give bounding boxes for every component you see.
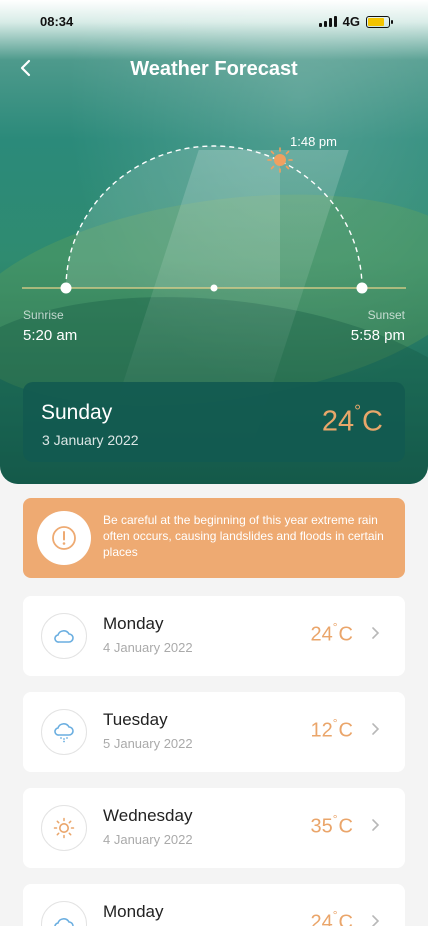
forecast-date: 5 January 2022 <box>103 736 193 751</box>
sunrise-dot <box>60 282 72 294</box>
forecast-day: Tuesday <box>103 710 168 729</box>
alert-circle-icon <box>52 526 76 550</box>
chevron-right-icon <box>371 816 381 837</box>
sunset-time: 5:58 pm <box>350 327 405 344</box>
page-title: Weather Forecast <box>130 58 298 80</box>
forecast-row[interactable]: Wednesday 4 January 2022 35°C <box>23 788 405 868</box>
sun-icon <box>53 817 75 839</box>
cloud-icon <box>54 918 74 926</box>
sunrise-label: Sunrise <box>23 308 64 322</box>
current-sun-time: 1:48 pm <box>290 134 337 149</box>
forecast-row[interactable]: Monday 4 January 2022 24°C <box>23 596 405 676</box>
status-right: 4G <box>318 14 393 29</box>
today-card: Sunday 3 January 2022 24°C <box>23 382 405 462</box>
rain-cloud-icon <box>54 723 74 743</box>
battery-icon <box>366 15 393 28</box>
forecast-row[interactable]: Tuesday 5 January 2022 12°C <box>23 692 405 772</box>
forecast-date: 4 January 2022 <box>103 640 193 655</box>
chevron-right-icon <box>371 624 381 645</box>
weather-icon-badge <box>41 901 87 926</box>
noon-dot <box>210 284 218 292</box>
sunset-label: Sunset <box>367 308 405 322</box>
forecast-temperature: 24°C <box>310 907 353 926</box>
chevron-right-icon <box>371 912 381 926</box>
sun-path-arc <box>22 145 406 294</box>
sun-icon <box>267 147 293 173</box>
forecast-temperature: 12°C <box>310 715 353 742</box>
forecast-row[interactable]: Monday 24°C <box>23 884 405 926</box>
network-label: 4G <box>342 14 360 29</box>
weather-alert: Be careful at the beginning of this year… <box>23 498 405 578</box>
today-temperature: 24°C <box>321 400 383 438</box>
today-date: 3 January 2022 <box>42 432 139 448</box>
status-time: 08:34 <box>40 14 74 29</box>
sunset-dot <box>356 282 368 294</box>
sunrise-time: 5:20 am <box>23 327 78 344</box>
alert-message: Be careful at the beginning of this year… <box>103 513 384 559</box>
weather-icon-badge <box>41 613 87 659</box>
forecast-date: 4 January 2022 <box>103 832 193 847</box>
hero-section: 08:34 4G Weather Forecast 1:48 pm Sunris… <box>0 0 428 484</box>
chevron-right-icon <box>371 720 381 741</box>
forecast-day: Monday <box>103 614 164 633</box>
signal-icon <box>318 16 337 27</box>
forecast-day: Monday <box>103 902 164 921</box>
cloud-icon <box>54 630 74 643</box>
today-day: Sunday <box>41 401 113 424</box>
weather-icon-badge <box>41 805 87 851</box>
weather-icon-badge <box>41 709 87 755</box>
forecast-temperature: 35°C <box>310 811 353 838</box>
status-bar: 08:34 4G <box>40 14 393 32</box>
forecast-day: Wednesday <box>103 806 193 825</box>
alert-icon-badge <box>37 511 91 565</box>
forecast-temperature: 24°C <box>310 619 353 646</box>
